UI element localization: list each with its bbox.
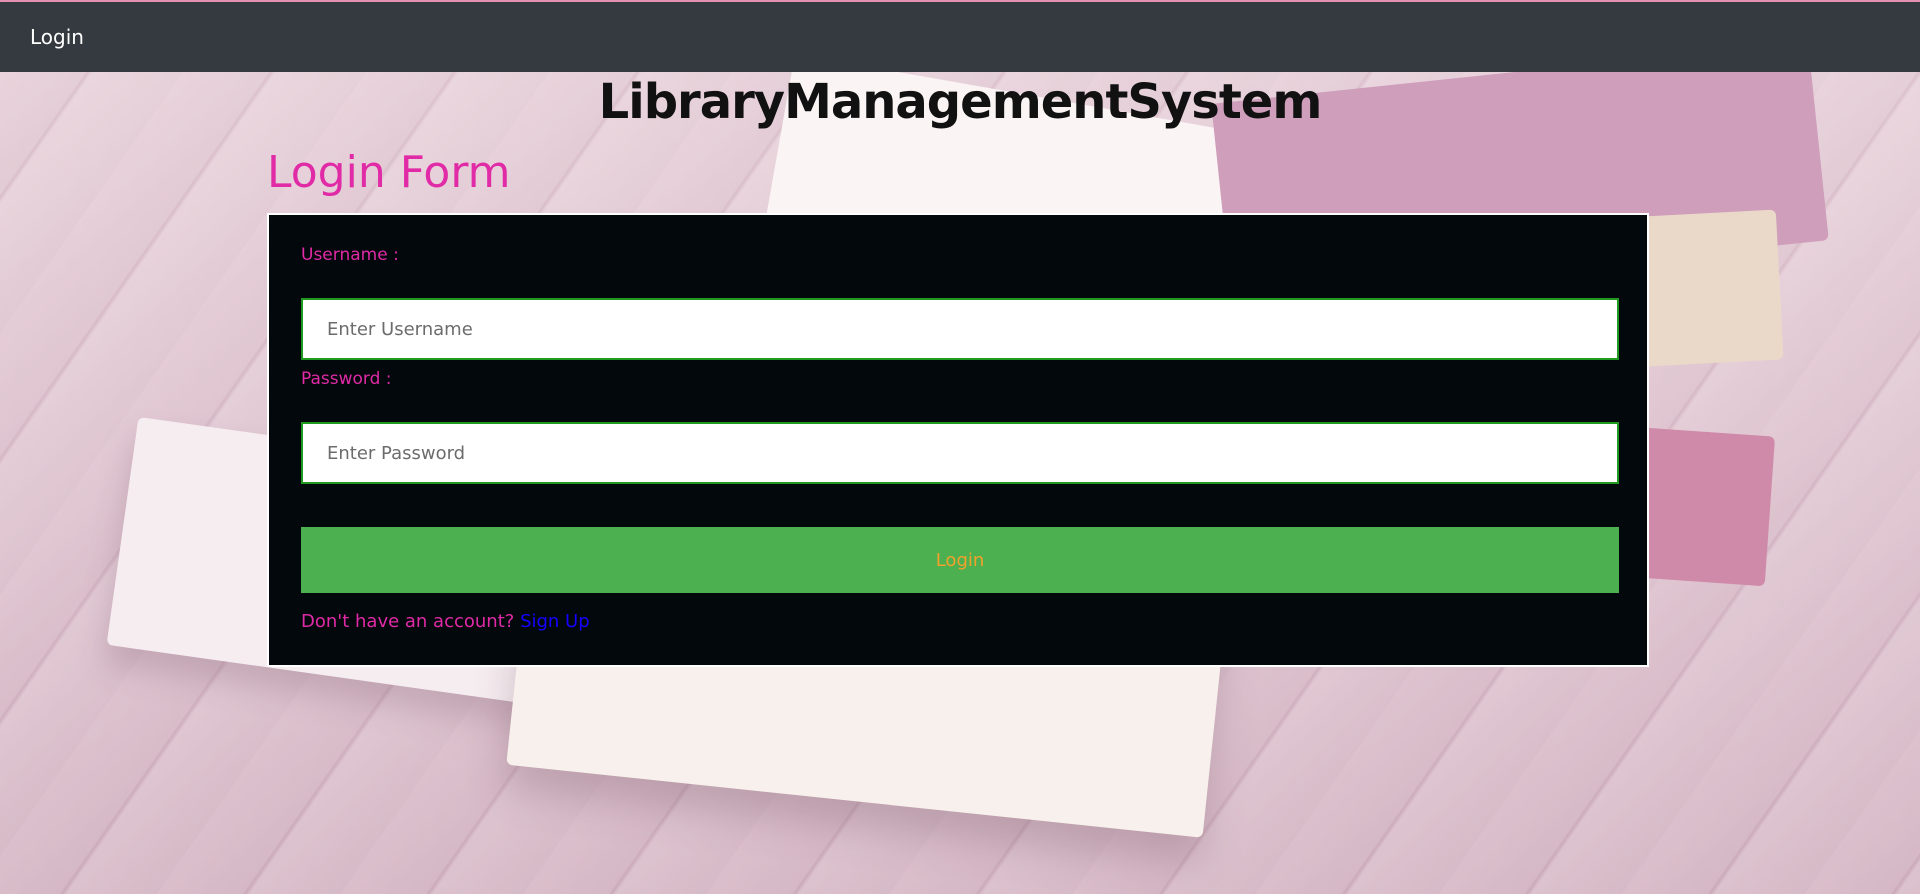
site-title: LibraryManagementSystem <box>598 74 1323 130</box>
navbar: Login <box>0 2 1920 72</box>
signup-prompt: Don't have an account? <box>301 611 515 632</box>
login-button[interactable]: Login <box>301 527 1619 593</box>
signup-row: Don't have an account? Sign Up <box>301 611 590 632</box>
password-label: Password : <box>301 369 392 389</box>
signup-link[interactable]: Sign Up <box>520 611 590 632</box>
username-label: Username : <box>301 245 399 265</box>
username-input[interactable] <box>301 298 1619 360</box>
form-heading: Login Form <box>267 147 511 198</box>
password-input[interactable] <box>301 422 1619 484</box>
login-form: Username : Password : Login Don't have a… <box>267 213 1649 667</box>
nav-login-link[interactable]: Login <box>30 25 84 49</box>
